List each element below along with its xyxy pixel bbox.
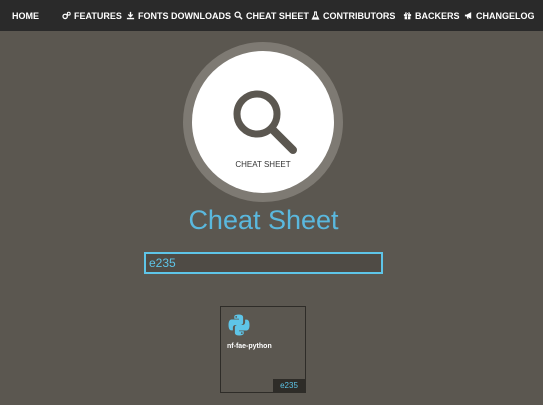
nav-cheat-sheet[interactable]: CHEAT SHEET — [234, 0, 309, 31]
nav-home-label: HOME — [12, 10, 39, 21]
flask-icon — [311, 11, 320, 20]
nav-changelog-label: CHANGELOG — [476, 10, 535, 21]
nav-features[interactable]: FEATURES — [62, 0, 122, 31]
gift-icon — [403, 12, 412, 20]
python-icon — [228, 314, 250, 336]
top-navigation: HOME FEATURES FONTS DOWNLOADS CHEAT SHEE… — [0, 0, 543, 31]
bullhorn-icon — [464, 12, 472, 20]
search-icon — [234, 11, 243, 20]
nav-cheat-sheet-label: CHEAT SHEET — [246, 10, 309, 21]
nav-changelog[interactable]: CHANGELOG — [464, 0, 535, 31]
download-icon — [126, 11, 135, 20]
nav-backers-label: BACKERS — [415, 10, 460, 21]
nav-features-label: FEATURES — [74, 10, 122, 21]
nav-fonts-downloads-label: FONTS DOWNLOADS — [138, 10, 231, 21]
result-card-nf-fae-python[interactable]: nf-fae-python e235 — [220, 306, 306, 393]
nav-contributors[interactable]: CONTRIBUTORS — [311, 0, 395, 31]
result-card-code: e235 — [273, 379, 305, 392]
nav-fonts-downloads[interactable]: FONTS DOWNLOADS — [126, 0, 231, 31]
nav-backers[interactable]: BACKERS — [403, 0, 460, 31]
nav-contributors-label: CONTRIBUTORS — [323, 10, 396, 21]
nav-home[interactable]: HOME — [12, 0, 39, 31]
search-input[interactable] — [144, 252, 383, 274]
page-title: Cheat Sheet — [188, 205, 339, 235]
gears-icon — [62, 11, 71, 20]
hero-caption: CHEAT SHEET — [235, 160, 291, 169]
result-card-name: nf-fae-python — [227, 343, 272, 350]
magnifier-icon — [233, 90, 297, 154]
